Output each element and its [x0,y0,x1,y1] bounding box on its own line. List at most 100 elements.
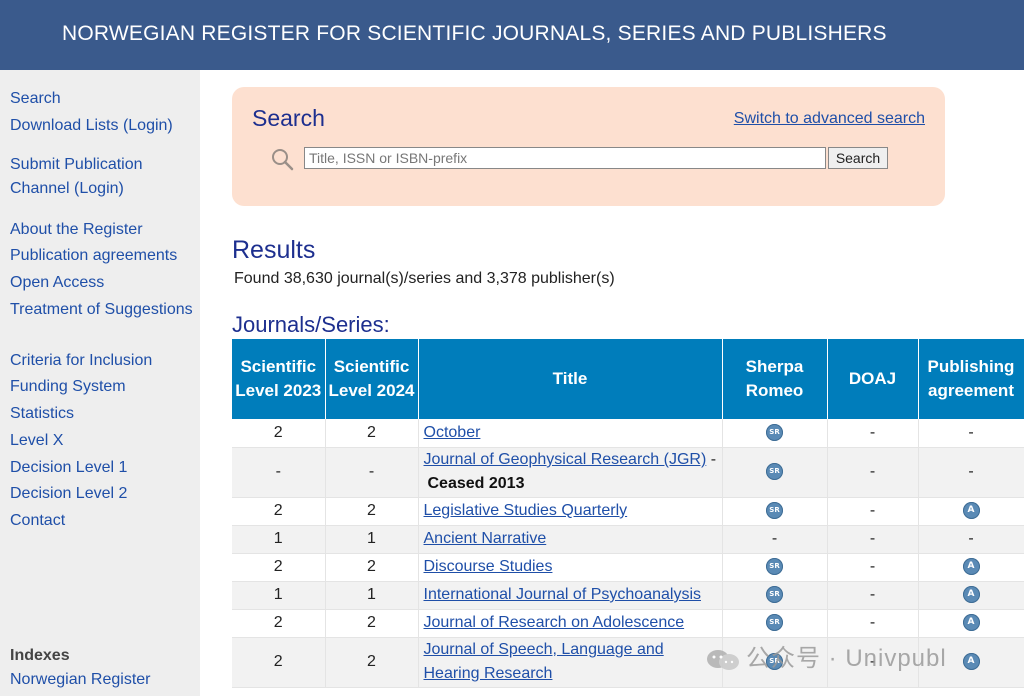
agreement-cell: - [918,525,1024,554]
title-cell: International Journal of Psychoanalysis [418,581,723,610]
sherpa-romeo-icon[interactable]: SR [766,558,783,576]
sidebar-item-criteria[interactable]: Criteria for Inclusion [10,349,195,373]
sidebar-item-open-access[interactable]: Open Access [10,271,195,295]
header-publishing-agreement[interactable]: Publishing agreement [918,339,1024,419]
sherpa-cell: SR [722,553,828,582]
sherpa-cell: - [722,525,828,554]
sidebar-item-statistics[interactable]: Statistics [10,402,195,426]
doaj-cell: - [827,497,919,526]
doaj-cell: - [827,581,919,610]
ceased-label: Ceased 2013 [427,475,525,492]
level-2024-cell: 2 [325,553,419,582]
title-cell: Journal of Research on Adolescence [418,609,723,638]
sidebar-item-decision-level-2[interactable]: Decision Level 2 [10,482,195,506]
journal-title-link[interactable]: Journal of Geophysical Research (JGR) [424,451,707,468]
sherpa-romeo-icon[interactable]: SR [766,463,783,481]
level-2023-cell: 2 [232,497,326,526]
journal-title-link[interactable]: Legislative Studies Quarterly [424,502,628,519]
agreement-icon[interactable]: A [962,614,980,632]
doaj-cell: - [827,609,919,638]
table-row: - - Journal of Geophysical Research (JGR) … [232,447,1024,498]
sherpa-cell: SR [722,497,828,526]
sidebar-item-norwegian-register[interactable]: Norwegian Register [10,668,195,692]
sidebar-item-submit-channel[interactable]: Submit Publication Channel (Login) [10,153,195,201]
sherpa-cell: SR [722,609,828,638]
agreement-cell: - [918,447,1024,498]
sidebar-item-about[interactable]: About the Register [10,218,195,242]
level-2024-cell: 1 [325,581,419,610]
header-level-2023[interactable]: Scientific Level 2023 [232,339,326,419]
search-icon [272,149,294,171]
title-cell: Legislative Studies Quarterly [418,497,723,526]
sidebar-item-funding[interactable]: Funding System [10,375,195,399]
sidebar-item-contact[interactable]: Contact [10,509,195,533]
doaj-cell: - [827,525,919,554]
agreement-icon[interactable]: A [962,586,980,604]
watermark: 公众号 · Univpubl [706,638,947,673]
sidebar-item-agreements[interactable]: Publication agreements [10,244,195,268]
journal-title-link[interactable]: International Journal of Psychoanalysis [424,586,702,603]
search-panel: Search Switch to advanced search Search [232,87,945,206]
agreement-cell: A [918,553,1024,582]
sherpa-romeo-icon[interactable]: SR [766,502,783,520]
sidebar-item-suggestions[interactable]: Treatment of Suggestions [10,298,195,322]
wechat-icon [707,649,739,670]
level-2024-cell: 2 [325,609,419,638]
agreement-cell: A [918,497,1024,526]
journals-title: Journals/Series: [232,312,390,337]
level-2023-cell: 1 [232,525,326,554]
watermark-text: 公众号 · Univpubl [746,645,947,672]
sherpa-romeo-icon[interactable]: SR [766,614,783,632]
sidebar-item-decision-level-1[interactable]: Decision Level 1 [10,456,195,480]
level-2024-cell: - [325,447,419,498]
agreement-icon[interactable]: A [962,653,980,671]
journal-title-link[interactable]: Journal of Speech, Language and Hearing … [424,641,664,682]
results-title: Results [232,236,316,264]
journal-title-link[interactable]: Journal of Research on Adolescence [424,614,685,631]
title-cell: Discourse Studies [418,553,723,582]
title-cell: Journal of Geophysical Research (JGR) - C… [418,447,723,498]
sherpa-romeo-icon[interactable]: SR [766,586,783,604]
header-doaj[interactable]: DOAJ [827,339,919,419]
sidebar: Search Download Lists (Login) Submit Pub… [0,70,200,696]
sidebar-item-search[interactable]: Search [10,87,195,111]
site-header: NORWEGIAN REGISTER FOR SCIENTIFIC JOURNA… [0,0,1024,70]
doaj-cell: - [827,553,919,582]
agreement-cell: - [918,419,1024,448]
journal-title-link[interactable]: October [424,424,481,441]
table-row: 2 2 Discourse Studies SR - A [232,553,1024,582]
doaj-cell: - [827,447,919,498]
results-table: Scientific Level 2023 Scientific Level 2… [232,339,1024,688]
agreement-icon[interactable]: A [962,502,980,520]
advanced-search-link[interactable]: Switch to advanced search [734,110,925,128]
level-2023-cell: 1 [232,581,326,610]
level-2023-cell: 2 [232,419,326,448]
table-row: 1 1 International Journal of Psychoanalysi… [232,581,1024,610]
site-title: NORWEGIAN REGISTER FOR SCIENTIFIC JOURNA… [62,22,887,45]
header-sherpa-romeo[interactable]: Sherpa Romeo [722,339,828,419]
search-input[interactable] [304,147,826,169]
sherpa-romeo-icon[interactable]: SR [766,424,783,442]
journal-title-link[interactable]: Ancient Narrative [424,530,547,547]
title-cell: Ancient Narrative [418,525,723,554]
header-title[interactable]: Title [418,339,723,419]
sidebar-item-download-lists[interactable]: Download Lists (Login) [10,114,195,138]
title-cell: Journal of Speech, Language and Hearing … [418,637,723,688]
sherpa-cell: SR [722,447,828,498]
agreement-cell: A [918,581,1024,610]
header-level-2024[interactable]: Scientific Level 2024 [325,339,419,419]
level-2023-cell: 2 [232,637,326,688]
sidebar-item-level-x[interactable]: Level X [10,429,195,453]
results-count: Found 38,630 journal(s)/series and 3,378… [234,270,615,287]
doaj-cell: - [827,419,919,448]
level-2023-cell: 2 [232,553,326,582]
search-title: Search [252,105,325,131]
level-2024-cell: 2 [325,637,419,688]
journal-title-link[interactable]: Discourse Studies [424,558,553,575]
search-button[interactable]: Search [828,147,888,169]
agreement-icon[interactable]: A [962,558,980,576]
table-row: 2 2 October SR - - [232,419,1024,448]
sherpa-cell: SR [722,581,828,610]
table-row: 1 1 Ancient Narrative - - - [232,525,1024,554]
level-2023-cell: - [232,447,326,498]
